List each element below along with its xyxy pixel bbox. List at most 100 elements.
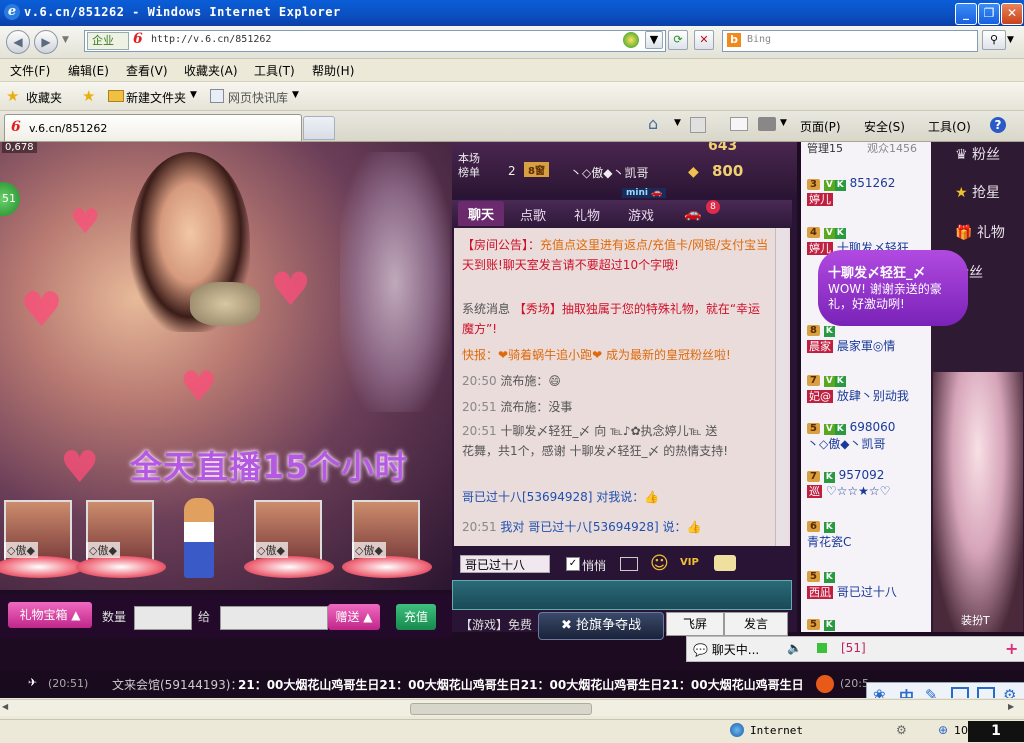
zoom-level[interactable]: 10 [954,724,968,737]
gift-box-button[interactable]: 礼物宝箱 ▲ [8,602,92,628]
search-options-icon[interactable]: ▼ [1007,35,1014,45]
user-row[interactable]: 8 K 晨家 晨家軍◎情 [807,322,895,354]
ime-settings-icon[interactable]: ⚙ [1003,686,1016,698]
level-badge[interactable]: 51 [0,182,20,216]
gift-stage[interactable]: ◇傲◆ [0,500,86,580]
user-row[interactable]: 5 K [807,616,835,631]
add-favorite-icon[interactable]: ★ [82,87,95,105]
menu-view[interactable]: 查看(V) [126,62,168,79]
chat-recipient-select[interactable]: 哥已过十八 [460,555,550,573]
game-label[interactable]: 【游戏】免费 [460,616,532,633]
fans-item-1[interactable]: ♛ 粉丝 [955,144,1015,164]
expand-icon[interactable]: + [1005,639,1021,658]
tools-menu[interactable]: 工具(O) [928,118,971,135]
user-row[interactable]: 3 VK 851262 婷儿 [807,176,895,207]
private-checkbox[interactable]: ✓ [566,557,580,571]
web-slice-dropdown-icon[interactable]: ▼ [292,90,299,100]
recharge-button[interactable]: 充值 [396,604,436,630]
ticker-sender[interactable]: 文来会馆(59144193)： [112,676,242,693]
search-box[interactable]: b Bing [722,30,978,52]
address-bar[interactable]: 企业 6 http://v.6.cn/851262 ▼ [84,30,666,52]
home-icon[interactable]: ⌂ [648,114,658,133]
search-icon[interactable]: ⚲ [982,30,1006,50]
ime-note-icon[interactable] [977,687,995,698]
print-dropdown-icon[interactable]: ▼ [780,118,787,128]
gift-stage[interactable]: ◇傲◆ [244,500,336,580]
favorites-button[interactable]: 收藏夹 [26,89,62,106]
minimize-button[interactable]: _ [955,3,977,25]
tab-chat[interactable]: 聊天 [458,201,505,226]
car-icon[interactable]: 🚗 [684,206,701,222]
quantity-input[interactable] [134,606,192,630]
print-icon[interactable] [758,117,776,131]
ime-pen-icon[interactable]: ✎ [925,686,938,698]
gift-stage[interactable]: ◇傲◆ [76,500,168,580]
taskbar-number[interactable]: 1 [968,721,1024,742]
menu-file[interactable]: 文件(F) [10,62,50,79]
title-bar[interactable]: e v.6.cn/851262 - Windows Internet Explo… [0,0,1024,26]
rank-user-name[interactable]: 丶◇傲◆丶凯哥 [570,164,648,181]
chat-scrollbar[interactable] [775,228,788,546]
menu-favorites[interactable]: 收藏夹(A) [184,62,238,79]
send-gift-button[interactable]: 赠送 ▲ [328,604,380,630]
tab-gift[interactable]: 礼物 [574,205,600,224]
menu-edit[interactable]: 编辑(E) [68,62,109,79]
user-list[interactable]: 管理15 观众1456 3 VK 851262 婷儿 4 V K 婷儿 十聊发〆轻狂 … [801,142,931,632]
horizontal-scrollbar[interactable]: ◀ ▶ [0,699,1024,716]
user-row[interactable]: 7 V K 妃@ 放肆丶别动我 [807,372,909,404]
image-icon[interactable] [620,557,638,571]
scroll-right-icon[interactable]: ▶ [1008,702,1020,714]
chat-log[interactable]: 【房间公告】：充值点这里进有返点/充值卡/网银/支付宝当 天到账!聊天室发言请不… [454,228,790,546]
compat-icon[interactable] [623,32,639,48]
grab-flag-button[interactable]: ✖ 抢旗争夺战 [538,612,664,640]
home-dropdown-icon[interactable]: ▼ [674,118,681,128]
protected-mode-icon[interactable]: ⚙ [896,723,907,737]
mail-icon[interactable] [730,117,748,131]
user-row[interactable]: 5 VK 698060 丶◇傲◆丶凯哥 [807,420,895,452]
tab-current[interactable]: 6 v.6.cn/851262 [4,114,302,141]
feeds-icon[interactable] [690,117,706,133]
send-message-button[interactable]: 发言 [724,612,788,636]
chat-input[interactable] [452,580,792,610]
history-dropdown-icon[interactable]: ▼ [62,35,69,45]
gift-item[interactable]: 🎁 礼物 [955,222,1015,242]
ime-paw-icon[interactable]: ❀ [873,686,886,698]
user-row[interactable]: 6 K 青花瓷C [807,518,851,550]
chat-status[interactable]: 💬 聊天中... [693,641,773,657]
safety-menu[interactable]: 安全(S) [864,118,905,135]
back-button[interactable]: ◀ [6,30,30,54]
new-tab-button[interactable] [303,116,335,140]
refresh-icon[interactable]: ⟳ [668,30,688,50]
user-row[interactable]: 7 K 957092 巡 ♡☆☆★☆♡ [807,468,890,499]
grab-star-item[interactable]: ★ 抢星 [955,182,1015,202]
url-text[interactable]: http://v.6.cn/851262 [151,34,271,45]
forward-button[interactable]: ▶ [34,30,58,54]
fly-screen-button[interactable]: 飞屏 [666,612,724,636]
page-menu[interactable]: 页面(P) [800,118,841,135]
scroll-thumb[interactable] [410,703,592,715]
tab-viewers[interactable]: 观众1456 [867,142,917,156]
stop-icon[interactable]: ✕ [694,30,714,50]
scroll-left-icon[interactable]: ◀ [2,702,14,714]
vip-icon[interactable]: VIP [680,557,699,568]
close-button[interactable]: ✕ [1001,3,1023,25]
volume-icon[interactable]: 🔈 [787,641,802,655]
zoom-icon[interactable]: ⊕ [938,723,948,737]
recipient-input[interactable] [220,606,328,630]
gift-stage[interactable]: ◇傲◆ [342,500,434,580]
tab-admins[interactable]: 管理15 [807,142,843,156]
menu-tools[interactable]: 工具(T) [254,62,295,79]
video-stream[interactable]: 0,678 51 ♥ ♥ ♥ ♥ ♥ 全天直播15个小时 ◇傲◆ ◇傲◆ ◇傲◆… [0,142,452,590]
tab-song[interactable]: 点歌 [520,205,546,224]
ime-calendar-icon[interactable] [951,687,969,698]
help-icon[interactable]: ? [990,117,1006,133]
emoji-icon[interactable]: ☺ [650,553,669,574]
dressup-button[interactable]: 装扮T [961,612,990,628]
tab-game[interactable]: 游戏 [628,205,654,224]
zone-badge[interactable]: 企业 [87,32,129,50]
new-folder-item[interactable]: 新建文件夹 [126,89,186,106]
menu-help[interactable]: 帮助(H) [312,62,354,79]
special-emoji-icon[interactable] [714,555,736,571]
maximize-button[interactable]: ❐ [978,3,1000,25]
address-dropdown-icon[interactable]: ▼ [645,31,663,49]
